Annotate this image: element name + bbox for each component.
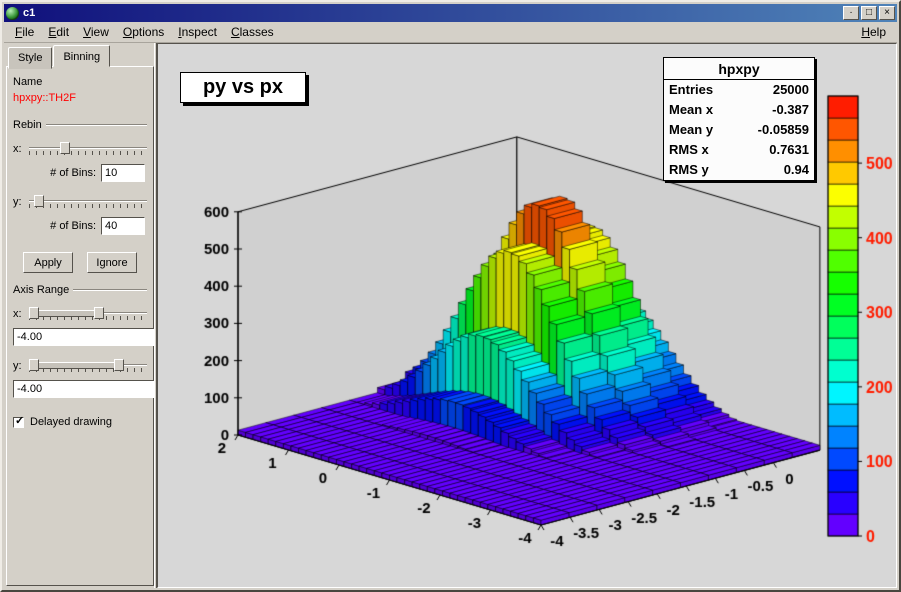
window-title: c1 (23, 7, 839, 19)
stats-box: hpxpy Entries25000 Mean x-0.387 Mean y-0… (663, 57, 815, 181)
y-min-field[interactable] (13, 380, 163, 398)
titlebar[interactable]: c1 · □ × (4, 4, 897, 22)
y-bins-field[interactable] (101, 217, 145, 235)
menu-classes[interactable]: Classes (224, 23, 281, 41)
slider-thumb[interactable] (34, 195, 44, 207)
root-canvas-window: c1 · □ × File Edit View Options Inspect … (0, 0, 901, 592)
slider-thumb-max[interactable] (114, 359, 124, 371)
y-bins-label: # of Bins: (50, 220, 96, 232)
range-y-label: y: (13, 360, 25, 372)
x-bins-label: # of Bins: (50, 167, 96, 179)
rebin-group-title: Rebin (13, 119, 147, 131)
histogram-editor-panel: Style Binning Name hpxpy::TH2F Rebin x: (4, 43, 154, 588)
slider-thumb-max[interactable] (94, 307, 104, 319)
separator-line (73, 289, 147, 291)
slider-thumb[interactable] (60, 142, 70, 154)
slider-track (29, 147, 147, 149)
range-x-label: x: (13, 308, 25, 320)
menu-options[interactable]: Options (116, 23, 171, 41)
check-icon: ✓ (15, 414, 24, 427)
delayed-drawing-checkbox[interactable]: ✓ (13, 417, 24, 428)
menu-file[interactable]: File (8, 23, 41, 41)
editor-tabs: Style Binning (6, 45, 154, 67)
apply-button[interactable]: Apply (23, 252, 73, 273)
name-label: Name (13, 76, 147, 88)
ignore-button[interactable]: Ignore (87, 252, 137, 273)
x-bins-field[interactable] (101, 164, 145, 182)
maximize-button[interactable]: □ (861, 6, 877, 20)
menubar: File Edit View Options Inspect Classes H… (4, 22, 897, 43)
titlebar-buttons: · □ × (843, 6, 895, 20)
slider-thumb-min[interactable] (29, 359, 39, 371)
close-button[interactable]: × (879, 6, 895, 20)
window-icon[interactable] (6, 7, 19, 20)
slider-ticks (29, 204, 147, 208)
slider-range[interactable] (29, 362, 116, 369)
range-x-slider[interactable] (29, 305, 147, 323)
tab-binning[interactable]: Binning (53, 45, 110, 67)
iconify-button[interactable]: · (843, 6, 859, 20)
range-y-slider[interactable] (29, 357, 147, 375)
separator-line (46, 124, 147, 126)
menu-help[interactable]: Help (854, 23, 893, 41)
rebin-y-label: y: (13, 196, 25, 208)
axis-range-group-title: Axis Range (13, 284, 147, 296)
binning-tab-body: Name hpxpy::TH2F Rebin x: # of Bins: (6, 66, 154, 586)
slider-thumb-min[interactable] (29, 307, 39, 319)
stats-row: RMS y0.94 (664, 160, 814, 180)
rebin-x-slider[interactable] (29, 140, 147, 158)
menu-edit[interactable]: Edit (41, 23, 76, 41)
x-min-field[interactable] (13, 328, 163, 346)
rebin-x-label: x: (13, 143, 25, 155)
stats-title: hpxpy (664, 58, 814, 80)
delayed-drawing-label: Delayed drawing (30, 416, 112, 428)
stats-row: RMS x0.7631 (664, 140, 814, 160)
menu-inspect[interactable]: Inspect (171, 23, 224, 41)
stats-row: Entries25000 (664, 80, 814, 100)
stats-row: Mean y-0.05859 (664, 120, 814, 140)
histogram-title: py vs px (203, 76, 283, 99)
menu-view[interactable]: View (76, 23, 116, 41)
rebin-y-slider[interactable] (29, 193, 147, 211)
root-canvas-pad[interactable]: py vs px hpxpy Entries25000 Mean x-0.387… (157, 43, 897, 588)
main-area: Style Binning Name hpxpy::TH2F Rebin x: (4, 43, 897, 588)
slider-range[interactable] (29, 310, 96, 317)
histogram-title-box: py vs px (180, 72, 306, 103)
object-name: hpxpy::TH2F (13, 92, 147, 104)
slider-track (29, 200, 147, 202)
slider-ticks (29, 151, 147, 155)
tab-style[interactable]: Style (8, 47, 52, 69)
stats-row: Mean x-0.387 (664, 100, 814, 120)
